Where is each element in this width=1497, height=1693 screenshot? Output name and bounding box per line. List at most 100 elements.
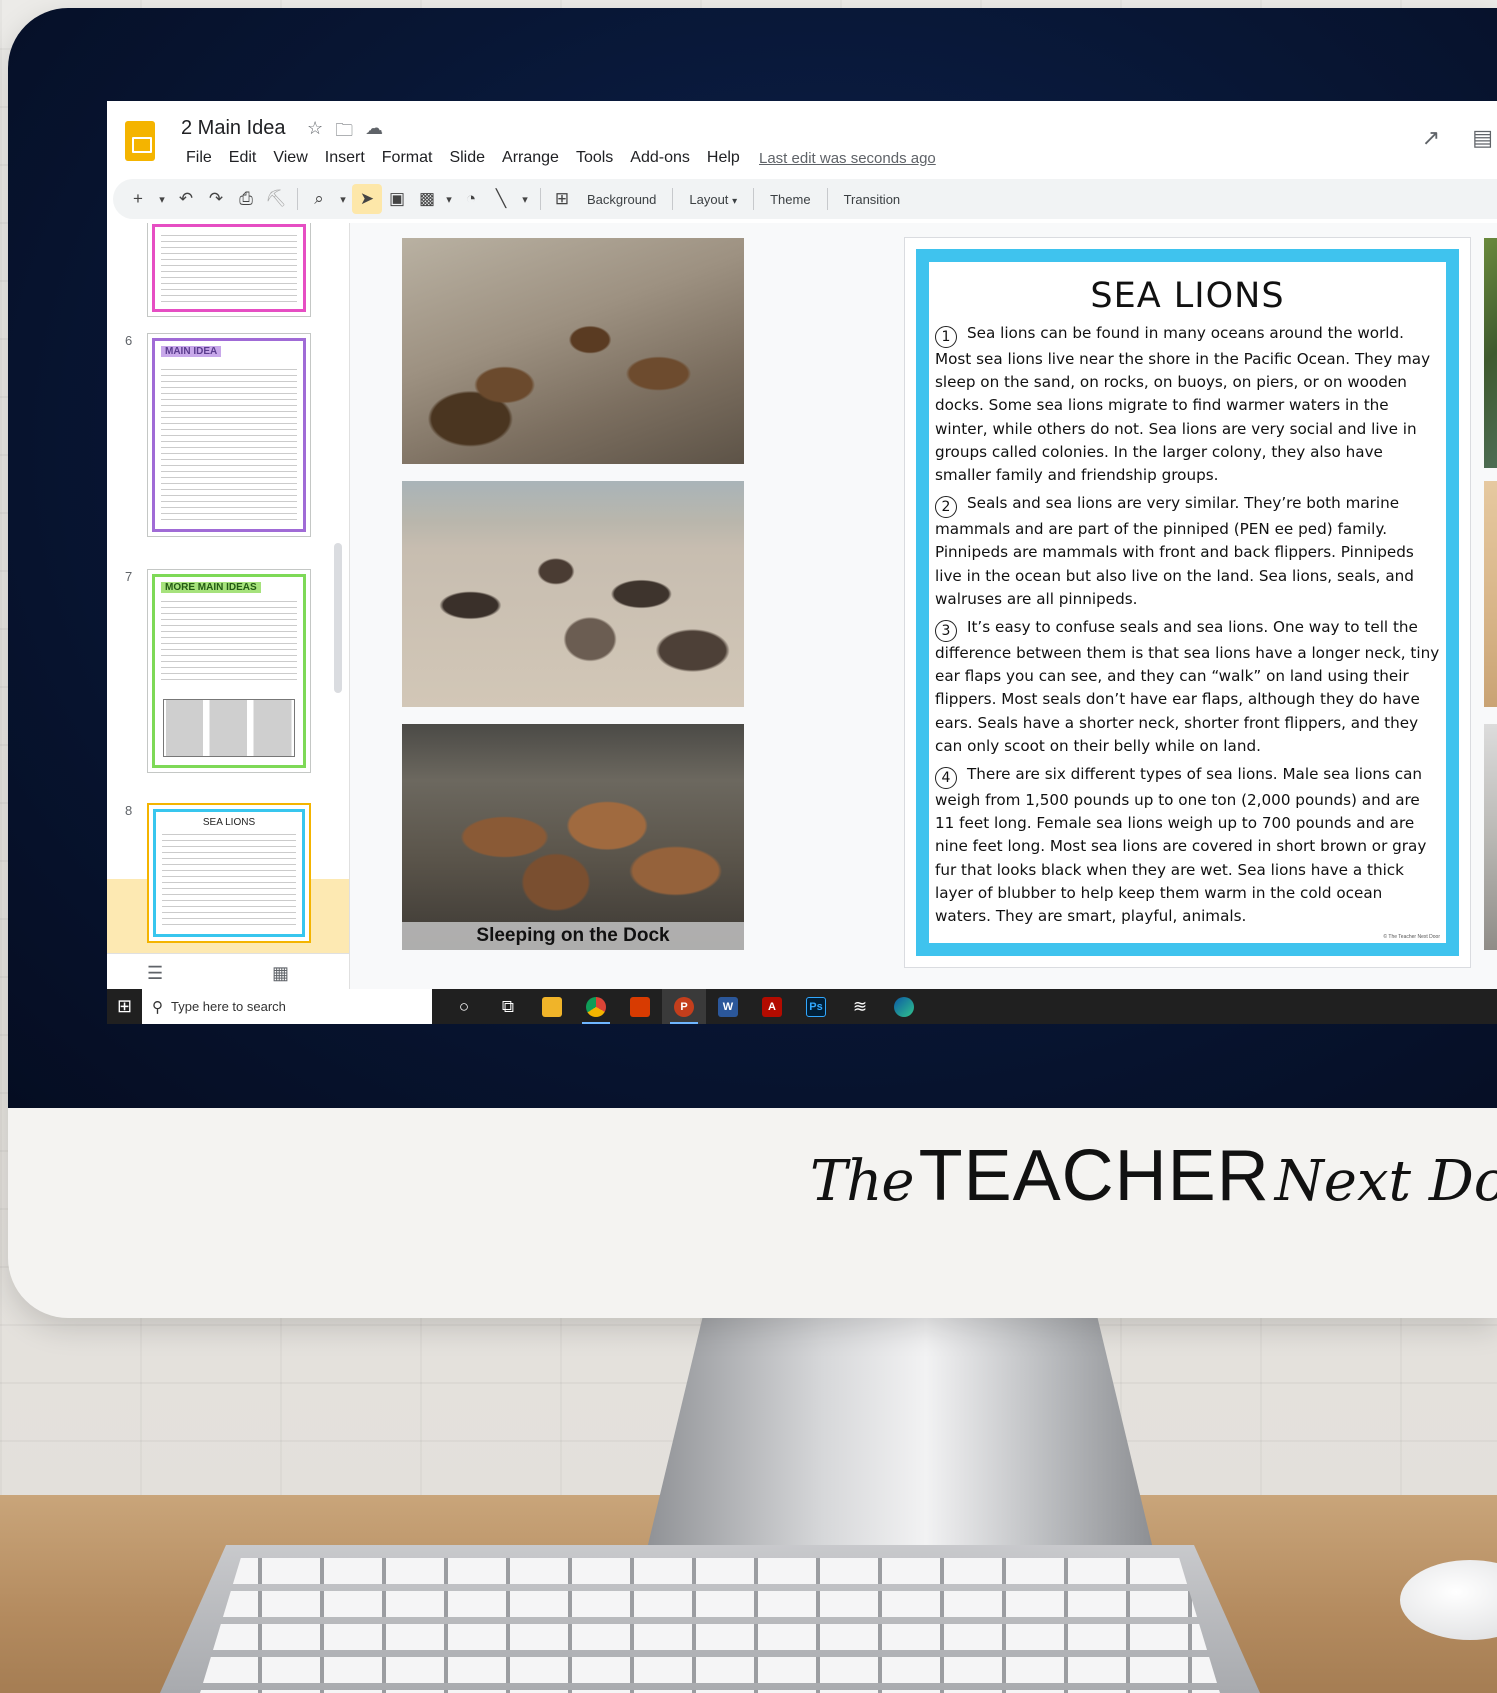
chevron-down-icon: ▾ [732, 195, 738, 207]
app-launcher-icon[interactable]: ≋ [838, 989, 882, 1024]
new-slide-icon[interactable]: + [123, 184, 153, 214]
slide-thumbnail-6[interactable]: MAIN IDEA [147, 333, 311, 537]
thumbnail-content: MORE MAIN IDEAS [152, 574, 306, 768]
windows-taskbar: ⊞ ⚲ Type here to search ○ ⧉ P W A Ps ≋ [107, 989, 1497, 1024]
windows-start-icon[interactable]: ⊞ [107, 989, 142, 1024]
new-slide-dropdown-icon[interactable]: ▾ [153, 184, 171, 214]
select-cursor-icon[interactable]: ➤ [352, 184, 382, 214]
taskbar-apps: ○ ⧉ P W A Ps ≋ [442, 989, 926, 1024]
star-icon[interactable]: ☆ [307, 118, 323, 148]
thumbnail-text-lines [162, 834, 296, 928]
office-icon[interactable] [618, 989, 662, 1024]
menu-file[interactable]: File [179, 149, 222, 167]
reading-passage-slide[interactable]: SEA LIONS 1 Sea lions can be found in man… [905, 238, 1470, 967]
menu-bar: File Edit View Insert Format Slide Arran… [179, 149, 750, 167]
paragraph-text: There are six different types of sea lio… [935, 765, 1427, 926]
chrome-icon[interactable] [574, 989, 618, 1024]
task-view-icon[interactable]: ⧉ [486, 989, 530, 1024]
cortana-icon[interactable]: ○ [442, 989, 486, 1024]
filmstrip-scrollbar[interactable] [334, 543, 342, 693]
text-box-icon[interactable]: ▣ [382, 184, 412, 214]
powerpoint-icon[interactable]: P [662, 989, 706, 1024]
toolbar-divider [753, 188, 755, 210]
zoom-dropdown-icon[interactable]: ▾ [334, 184, 352, 214]
menu-insert[interactable]: Insert [318, 149, 375, 167]
slide-thumbnail-8[interactable]: SEA LIONS [147, 803, 311, 943]
reading-passage-frame: SEA LIONS 1 Sea lions can be found in man… [916, 249, 1459, 956]
layout-label: Layout [689, 191, 729, 207]
seal-in-water-image [1484, 238, 1497, 468]
passage-title: SEA LIONS [1090, 276, 1285, 316]
toolbar-divider [672, 188, 674, 210]
paint-format-icon[interactable]: ⛏ [261, 184, 291, 214]
edge-icon[interactable] [882, 989, 926, 1024]
paragraph-text: Seals and sea lions are very similar. Th… [935, 494, 1414, 608]
search-icon: ⚲ [152, 998, 163, 1016]
brand-logo: The TEACHER Next Door [810, 1135, 1497, 1216]
file-explorer-icon[interactable] [530, 989, 574, 1024]
transition-button[interactable]: Transition [834, 192, 911, 207]
activity-trend-icon[interactable]: ↗ [1422, 125, 1440, 151]
slide-filmstrip: 6 MAIN IDEA 7 MORE MAIN IDEAS 8 SEA LION… [107, 223, 350, 989]
menu-edit[interactable]: Edit [222, 149, 267, 167]
add-comment-icon[interactable]: ⊞ [547, 184, 577, 214]
paragraph-3: 3 It’s easy to confuse seals and sea lion… [935, 616, 1440, 758]
menu-slide[interactable]: Slide [442, 149, 495, 167]
print-icon[interactable]: ⎙ [231, 184, 261, 214]
title-icons: ☆ 🗀 ☁ [307, 118, 383, 148]
copyright-note: © The Teacher Next Door [1383, 934, 1440, 940]
thumbnail-heading: SEA LIONS [202, 817, 256, 828]
last-edit-link[interactable]: Last edit was seconds ago [759, 150, 936, 167]
grid-view-icon[interactable]: ▦ [272, 963, 289, 984]
search-placeholder: Type here to search [171, 999, 286, 1014]
brand-part-3: Next Door [1274, 1149, 1497, 1214]
taskbar-search-box[interactable]: ⚲ Type here to search [142, 989, 432, 1024]
thumbnail-content: SEA LIONS [153, 809, 305, 937]
slide-thumbnail-7[interactable]: MORE MAIN IDEAS [147, 569, 311, 773]
acrobat-icon[interactable]: A [750, 989, 794, 1024]
filmstrip-view-icon[interactable]: ☰ [147, 963, 163, 984]
theme-button[interactable]: Theme [760, 192, 820, 207]
undo-icon[interactable]: ↶ [171, 184, 201, 214]
paragraph-text: Sea lions can be found in many oceans ar… [935, 324, 1431, 485]
slides-logo-icon[interactable] [125, 121, 155, 161]
background-button[interactable]: Background [577, 192, 666, 207]
image-icon[interactable]: ▩ [412, 184, 442, 214]
menu-add-ons[interactable]: Add-ons [623, 149, 700, 167]
menu-view[interactable]: View [266, 149, 317, 167]
shape-icon[interactable]: ◔ [456, 184, 486, 214]
slide-number-7: 7 [125, 569, 133, 584]
slide-canvas[interactable]: Sleeping on the Dock SEA LIONS 1 Sea lion… [362, 223, 1497, 989]
document-title[interactable]: 2 Main Idea [181, 117, 286, 140]
slide-thumbnail-5[interactable] [147, 223, 311, 317]
photo-caption: Sleeping on the Dock [402, 922, 744, 950]
image-dropdown-icon[interactable]: ▾ [442, 184, 456, 214]
comments-icon[interactable]: ▤ [1472, 125, 1493, 151]
menu-tools[interactable]: Tools [569, 149, 623, 167]
sea-lion-on-sand-image [1484, 481, 1497, 707]
sea-lions-on-dock-image: Sleeping on the Dock [402, 724, 744, 950]
thumbnail-content [152, 224, 306, 312]
move-folder-icon[interactable]: 🗀 [335, 118, 353, 148]
brand-part-1: The [810, 1149, 915, 1214]
keyboard-keys [200, 1558, 1220, 1693]
cloud-status-icon[interactable]: ☁ [365, 118, 383, 148]
thumbnail-text-lines [161, 369, 297, 523]
paragraph-4: 4 There are six different types of sea li… [935, 763, 1440, 928]
menu-help[interactable]: Help [700, 149, 750, 167]
line-icon[interactable]: ╲ [486, 184, 516, 214]
paragraph-number: 4 [935, 767, 957, 790]
paragraph-number: 1 [935, 326, 957, 348]
layout-button[interactable]: Layout ▾ [679, 192, 747, 207]
slide-number-8: 8 [125, 803, 133, 818]
line-dropdown-icon[interactable]: ▾ [516, 184, 534, 214]
redo-icon[interactable]: ↷ [201, 184, 231, 214]
photoshop-icon[interactable]: Ps [794, 989, 838, 1024]
word-icon[interactable]: W [706, 989, 750, 1024]
sea-lions-on-rocks-image [402, 238, 744, 464]
menu-format[interactable]: Format [375, 149, 443, 167]
zoom-icon[interactable]: ⌕ [304, 184, 334, 214]
menu-arrange[interactable]: Arrange [495, 149, 569, 167]
paragraph-text: It’s easy to confuse seals and sea lions… [935, 618, 1440, 755]
thumbnail-heading: MAIN IDEA [161, 346, 222, 357]
